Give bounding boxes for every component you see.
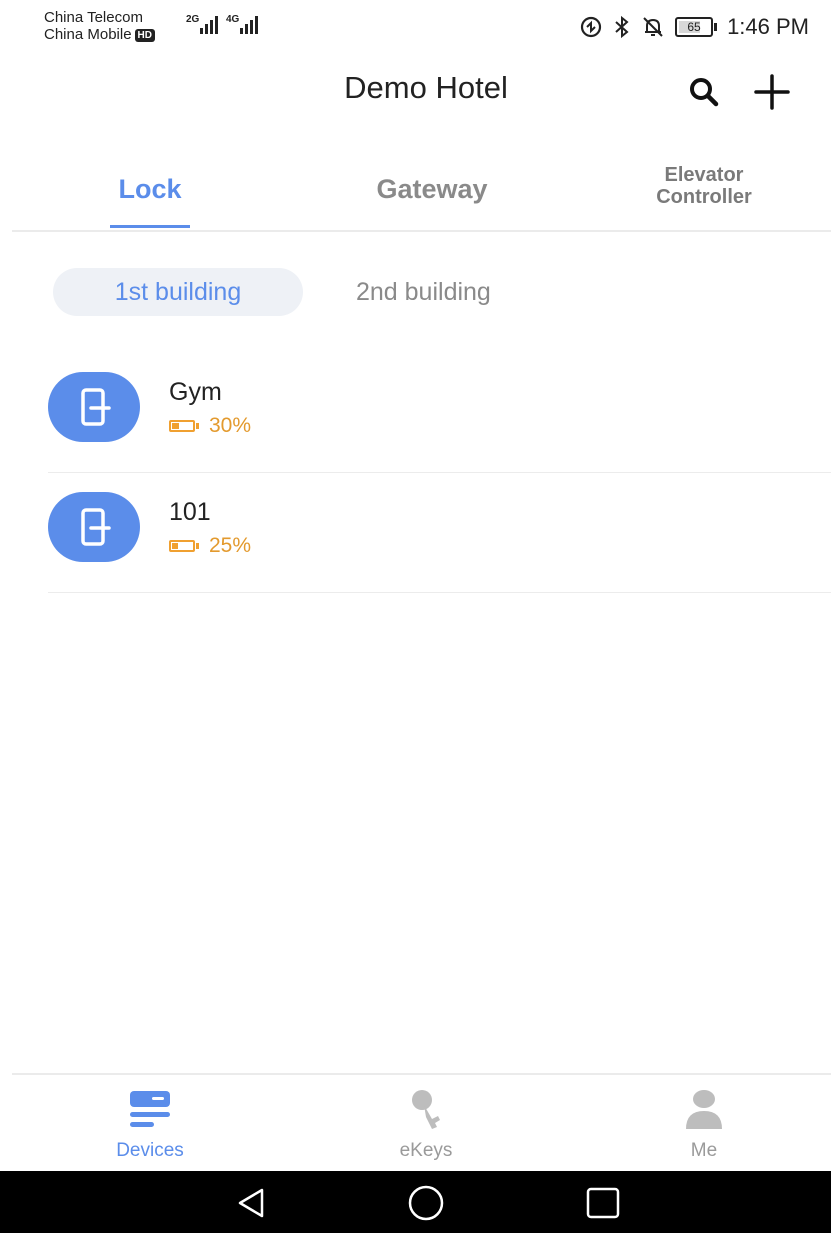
status-icons: 65 1:46 PM xyxy=(579,14,809,40)
recents-button[interactable] xyxy=(583,1183,623,1223)
door-lock-icon xyxy=(81,508,111,546)
tab-gateway[interactable]: Gateway xyxy=(332,150,532,228)
battery-level: 65 xyxy=(687,20,701,34)
signal-icon-1: 2G xyxy=(186,14,218,34)
device-name: Gym xyxy=(169,378,222,406)
tab-elevator-label-line1: Elevator xyxy=(664,164,744,186)
home-button[interactable] xyxy=(406,1183,446,1223)
battery-icon: 65 xyxy=(675,17,718,37)
building-tab-2nd[interactable]: 2nd building xyxy=(356,268,491,316)
search-button[interactable] xyxy=(684,72,724,112)
door-lock-icon xyxy=(81,388,111,426)
mute-icon xyxy=(643,17,663,37)
back-button[interactable] xyxy=(232,1183,272,1223)
signal-indicators: 2G 4G xyxy=(186,14,258,34)
building-tab-1st[interactable]: 1st building xyxy=(53,268,303,316)
device-name: 101 xyxy=(169,498,211,526)
nav-ekeys[interactable]: eKeys xyxy=(346,1089,506,1162)
carrier-2: China Mobile xyxy=(44,26,132,43)
tab-lock-label: Lock xyxy=(118,173,182,204)
carrier-1: China Telecom xyxy=(44,9,143,26)
search-icon xyxy=(690,78,719,107)
back-triangle-icon xyxy=(238,1188,264,1218)
status-bar: China Telecom China Mobile HD 2G 4G 65 1:… xyxy=(0,0,831,50)
battery-percentage: 25% xyxy=(209,534,252,557)
signal-icon-2: 4G xyxy=(226,14,258,34)
plus-icon xyxy=(754,74,790,110)
devices-icon xyxy=(130,1091,170,1127)
nav-me-label: Me xyxy=(690,1140,718,1161)
device-row[interactable]: 101 25% xyxy=(48,472,831,593)
tab-elevator-controller[interactable]: Elevator Controller xyxy=(622,164,786,214)
person-icon xyxy=(686,1090,722,1129)
bluetooth-icon xyxy=(615,15,629,39)
recents-square-icon xyxy=(586,1187,620,1219)
active-tab-indicator xyxy=(110,225,190,228)
lock-device-avatar xyxy=(48,492,140,562)
device-battery-status: 25% xyxy=(169,534,251,558)
nav-devices[interactable]: Devices xyxy=(70,1089,230,1162)
key-icon xyxy=(412,1090,440,1129)
clock: 1:46 PM xyxy=(727,14,809,39)
tab-lock[interactable]: Lock xyxy=(96,150,204,228)
app-header: Demo Hotel xyxy=(0,50,831,130)
hd-badge: HD xyxy=(134,29,155,42)
home-circle-icon xyxy=(408,1185,444,1221)
battery-icon xyxy=(169,420,199,432)
system-navigation-bar xyxy=(0,1171,831,1233)
tab-elevator-label-line2: Controller xyxy=(656,186,752,208)
nav-ekeys-label: eKeys xyxy=(399,1140,453,1161)
battery-percentage: 30% xyxy=(209,414,252,437)
lock-device-avatar xyxy=(48,372,140,442)
carrier-names: China Telecom China Mobile HD xyxy=(44,9,155,43)
battery-icon xyxy=(169,540,199,552)
device-battery-status: 30% xyxy=(169,414,251,438)
nav-devices-label: Devices xyxy=(116,1140,184,1161)
network-type-2: 4G xyxy=(226,14,240,25)
nav-me[interactable]: Me xyxy=(624,1089,784,1162)
nfc-icon xyxy=(580,16,602,38)
device-type-tabs: Lock Gateway Elevator Controller xyxy=(12,150,831,232)
tab-gateway-label: Gateway xyxy=(376,173,488,204)
device-row[interactable]: Gym 30% xyxy=(48,352,831,473)
network-type-1: 2G xyxy=(186,14,200,25)
bottom-navigation: Devices eKeys Me xyxy=(12,1073,831,1173)
add-device-button[interactable] xyxy=(750,70,794,114)
